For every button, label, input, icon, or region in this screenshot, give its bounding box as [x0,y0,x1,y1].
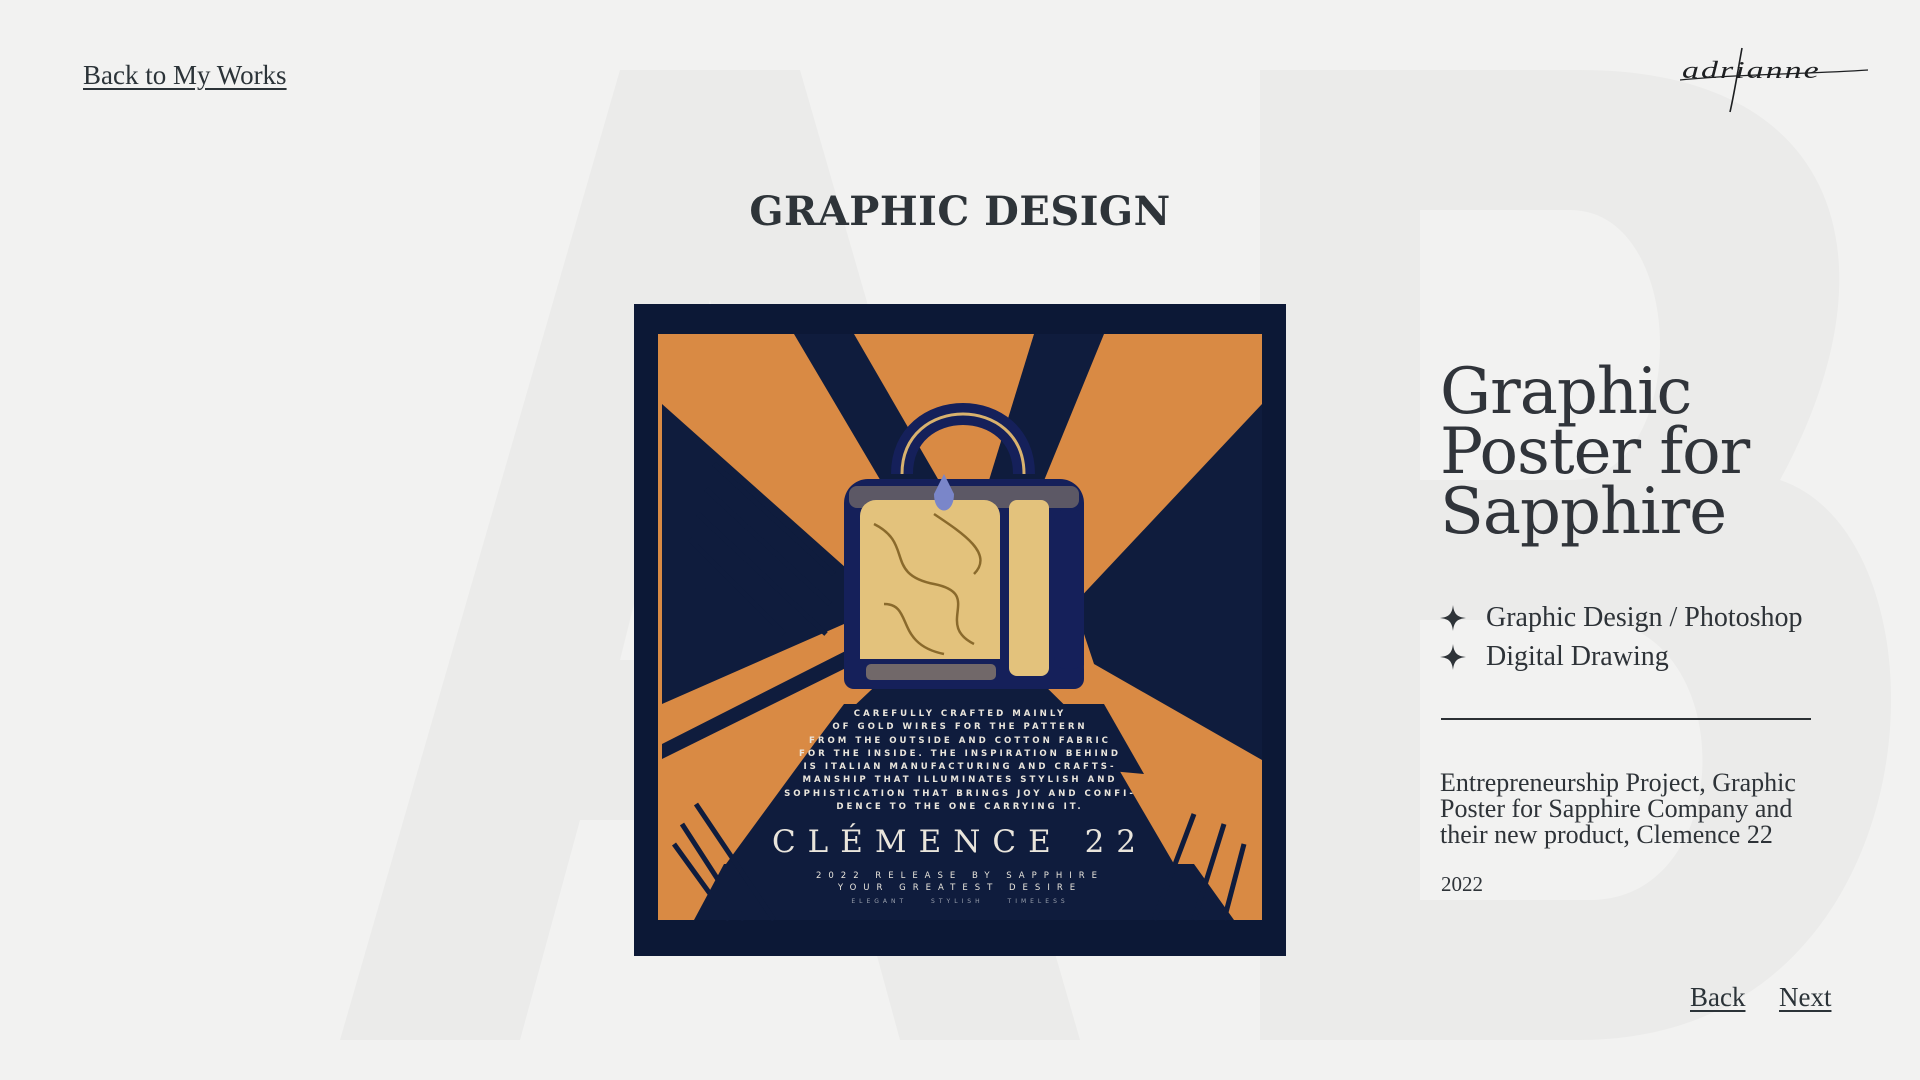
poster-body-line: IS ITALIAN MANUFACTURING AND CRAFTS- [803,762,1117,773]
project-title-line: Graphic [1440,355,1692,429]
poster-body-line: FROM THE OUTSIDE AND COTTON FABRIC [809,735,1111,746]
project-tags: Graphic Design / Photoshop Digital Drawi… [1440,598,1803,676]
project-year: 2022 [1441,872,1483,896]
poster-body-line: FOR THE INSIDE. THE INSPIRATION BEHIND [798,748,1122,759]
project-title-line: Poster for [1440,415,1750,489]
tag-label: Digital Drawing [1486,640,1669,672]
sparkle-icon [1440,604,1466,631]
divider [1441,718,1811,720]
project-title: Graphic Poster for Sapphire [1440,355,1860,549]
section-title: GRAPHIC DESIGN [749,188,1171,235]
tag-item: Graphic Design / Photoshop [1440,598,1803,637]
tag-label: Graphic Design / Photoshop [1486,601,1803,633]
poster-body-line: SOPHISTICATION THAT BRINGS JOY AND CONFI… [784,788,1136,799]
signature-text: adrianne [1682,57,1821,84]
poster-tagline: YOUR GREATEST DESIRE [837,883,1083,893]
poster-body-line: CAREFULLY CRAFTED MAINLY [853,709,1067,719]
poster-release-line: 2022 RELEASE BY SAPPHIRE [815,871,1105,881]
poster-body-copy: CAREFULLY CRAFTED MAINLY OF GOLD WIRES F… [634,708,1286,814]
back-button[interactable]: Back [1690,982,1745,1013]
tag-item: Digital Drawing [1440,637,1803,676]
poster-brand: CLÉMENCE 22 [771,824,1149,860]
poster-image[interactable]: CAREFULLY CRAFTED MAINLY OF GOLD WIRES F… [634,304,1286,956]
project-description: Entrepreneurship Project, Graphic Poster… [1440,768,1796,849]
poster-release: 2022 RELEASE BY SAPPHIRE YOUR GREATEST D… [634,870,1286,894]
poster-body-line: MANSHIP THAT ILLUMINATES STYLISH AND [802,775,1118,786]
logo-signature[interactable]: adrianne [1679,40,1870,115]
back-to-works-link[interactable]: Back to My Works [83,60,287,91]
sparkle-icon [1440,643,1466,670]
poster-body-line: DENCE TO THE ONE CARRYING IT. [836,802,1084,813]
project-title-line: Sapphire [1440,475,1727,549]
poster-body-line: OF GOLD WIRES FOR THE PATTERN [832,722,1088,733]
poster-tags: ELEGANT STYLISH TIMELESS [851,898,1069,905]
next-button[interactable]: Next [1779,982,1831,1013]
